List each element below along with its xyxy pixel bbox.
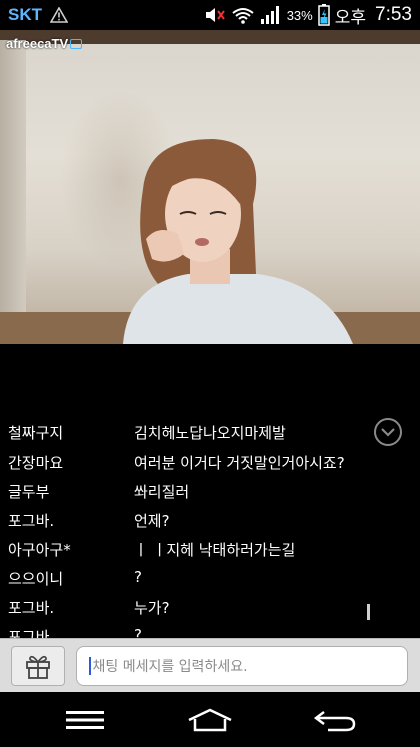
gift-button[interactable] — [11, 646, 65, 686]
battery-icon — [317, 4, 330, 26]
chat-message: 철짜구지 김치헤노답나오지마제발 — [0, 422, 420, 450]
chat-message-input[interactable]: 채팅 메세지를 입력하세요. — [76, 646, 408, 686]
chat-text: 언제? — [134, 512, 170, 530]
clock: 7:53 — [375, 4, 412, 25]
chat-message: 포그바. 언제? — [0, 510, 420, 538]
chat-text: ? — [134, 568, 142, 586]
signal-icon — [260, 6, 279, 24]
chat-username[interactable]: 아구아구* — [8, 539, 71, 560]
battery-percent: 33% — [286, 7, 313, 23]
chat-username[interactable]: 철짜구지 — [8, 422, 63, 443]
chat-message: 아구아구* ㅣ ㅣ지헤 낙태하러가는길 — [0, 539, 420, 567]
chat-list[interactable]: 철짜구지 김치헤노답나오지마제발 간장마요 여러분 이거다 거짓말인거아시죠? … — [0, 344, 420, 638]
chat-text: 쏴리질러 — [134, 483, 190, 501]
warning-icon — [50, 7, 68, 23]
menu-icon — [66, 711, 104, 729]
chat-message: 포그바. 누가? — [0, 597, 420, 625]
chat-username[interactable]: 포그바. — [8, 597, 54, 618]
chat-message: 으으이니 ? — [0, 568, 420, 596]
video-wall — [0, 40, 26, 344]
chat-input-bar: 채팅 메세지를 입력하세요. — [0, 638, 420, 692]
gift-icon — [26, 655, 50, 679]
logo-text: afreecaTV — [6, 36, 69, 51]
status-bar: SKT 33% 오후 7:53 — [0, 0, 420, 30]
chat-message: 간장마요 여러분 이거다 거짓말인거아시죠? — [0, 452, 420, 480]
ampm-label: 오후 — [334, 7, 367, 27]
chat-text: 김치헤노답나오지마제발 — [134, 424, 286, 442]
chat-scrollbar[interactable] — [367, 604, 370, 620]
chat-text: ㅣ ㅣ지헤 낙태하러가는길 — [134, 541, 296, 559]
chat-text: 누가? — [134, 599, 170, 617]
video-player[interactable]: afreecaTV — [0, 30, 420, 344]
carrier-label: SKT — [8, 5, 42, 24]
back-button[interactable] — [305, 702, 365, 738]
chevron-down-icon — [381, 428, 395, 437]
chat-message: 포그바. ? — [0, 626, 420, 638]
chat-message: 글두부 쏴리질러 — [0, 481, 420, 509]
wifi-icon — [232, 8, 254, 24]
tv-icon — [70, 38, 83, 49]
chat-text: ? — [134, 626, 142, 638]
home-button[interactable] — [180, 702, 240, 738]
menu-button[interactable] — [55, 702, 115, 738]
scroll-down-button[interactable] — [374, 418, 402, 446]
chat-username[interactable]: 포그바. — [8, 626, 54, 638]
home-icon — [188, 708, 232, 732]
text-caret — [89, 657, 91, 675]
afreecatv-logo: afreecaTV — [6, 36, 83, 51]
chat-username[interactable]: 글두부 — [8, 481, 49, 502]
chat-username[interactable]: 포그바. — [8, 510, 54, 531]
chat-username[interactable]: 간장마요 — [8, 452, 63, 473]
chat-text: 여러분 이거다 거짓말인거아시죠? — [134, 454, 345, 472]
broadcaster-figure — [123, 139, 353, 344]
mute-icon — [205, 8, 225, 22]
navigation-bar — [0, 692, 420, 747]
back-icon — [314, 711, 356, 732]
chat-username[interactable]: 으으이니 — [8, 568, 63, 589]
chat-input-placeholder: 채팅 메세지를 입력하세요. — [92, 659, 248, 675]
